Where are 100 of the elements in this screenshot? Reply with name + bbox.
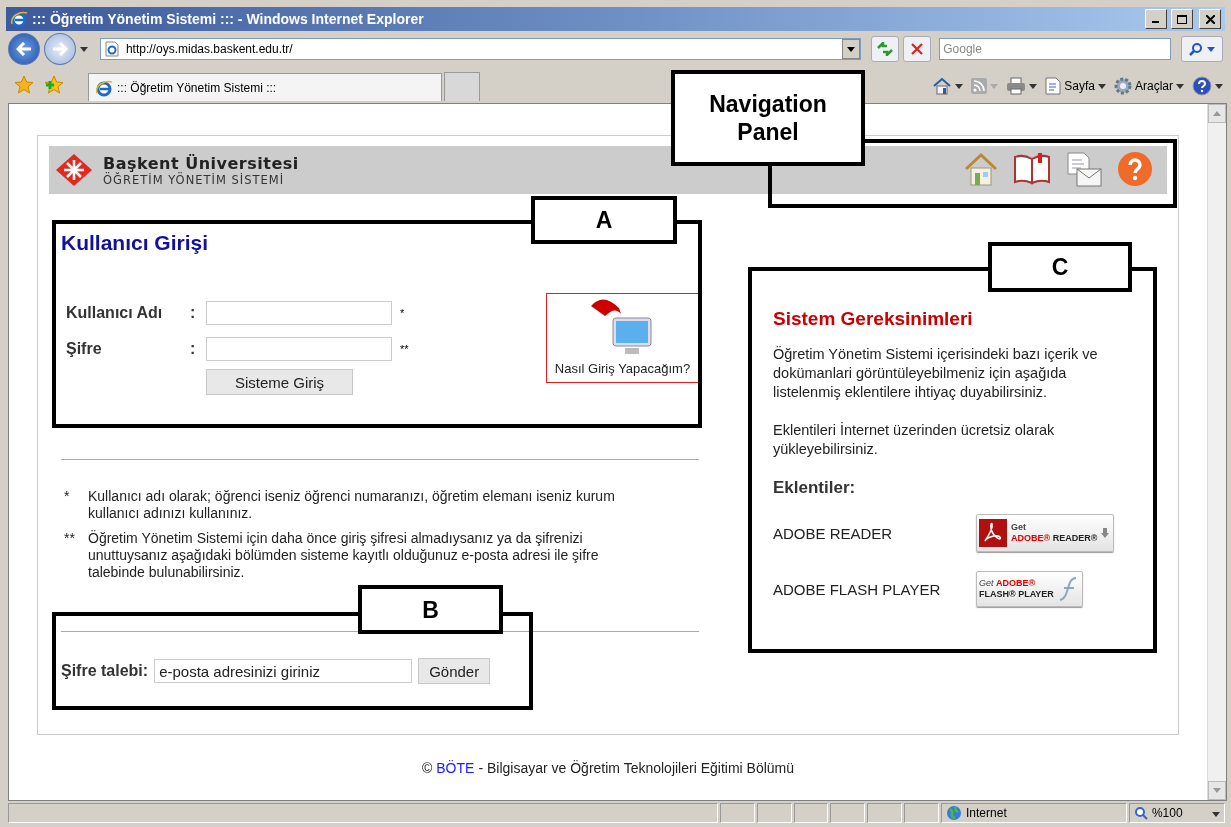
caret-icon[interactable]	[1098, 83, 1106, 89]
footnote-mark: *	[64, 488, 71, 506]
home-icon[interactable]	[932, 77, 953, 95]
annotation-label: A	[531, 196, 677, 244]
caret-icon[interactable]	[1176, 83, 1184, 89]
caret-icon[interactable]	[955, 83, 964, 89]
stop-button[interactable]	[903, 36, 932, 62]
menu-label[interactable]: Araçlar	[1135, 79, 1173, 93]
browser-logo-icon	[10, 10, 28, 28]
input-field[interactable]	[206, 301, 392, 325]
globe-icon	[946, 805, 963, 821]
caret-icon[interactable]	[1215, 83, 1223, 89]
plugin-name: ADOBE READER	[773, 524, 894, 542]
page-icon	[103, 41, 120, 57]
annotation-label: Navigation Panel	[671, 70, 865, 166]
system-name: ÖĞRETİM YÖNETİM SİSTEMİ	[103, 172, 286, 187]
search-field[interactable]: Google	[939, 38, 1172, 60]
down-arrow-icon	[1213, 788, 1221, 793]
badge-text: Get ADOBE®	[979, 578, 1037, 589]
refresh-icon	[877, 42, 894, 56]
browser-tab[interactable]: ::: Öğretim Yönetim Sistemi :::	[88, 73, 442, 101]
zoom-level[interactable]: %100	[1151, 806, 1183, 820]
send-button[interactable]: Gönder	[418, 658, 491, 684]
footnote-mark: **	[399, 343, 410, 355]
search-button[interactable]	[1181, 36, 1223, 62]
annotation-label: B	[358, 585, 503, 634]
status-pane	[793, 803, 829, 823]
gear-icon[interactable]	[1114, 77, 1132, 95]
close-icon	[1205, 14, 1215, 24]
note-text: Öğretim Yönetim Sistemi için daha önce giriş şifresi almadıysanız ya da şifrenizi unuttuysanız aşağıdaki bölümden sisteme kayıtlı olduğunuz e-posta adresi ile şifre talebinde bulunabilirsiniz.	[88, 530, 600, 581]
annotation-label: C	[988, 242, 1132, 292]
download-icon	[1101, 528, 1110, 538]
forward-button[interactable]	[43, 33, 76, 65]
home-icon[interactable]	[963, 151, 999, 187]
dropdown-button[interactable]	[842, 39, 861, 59]
paragraph: Eklentileri İnternet üzerinden ücretsiz olarak yükleyebilirsiniz.	[773, 421, 1056, 459]
badge-text: Get	[1011, 522, 1027, 533]
badge-text: ADOBE® READER®	[1011, 533, 1098, 544]
close-button[interactable]	[1199, 9, 1221, 29]
plugins-heading: Eklentiler:	[773, 478, 857, 498]
footnote-mark: *	[399, 307, 406, 319]
login-button[interactable]: Sisteme Giriş	[206, 369, 353, 395]
page-icon[interactable]	[1045, 77, 1062, 95]
browser-logo-icon	[95, 78, 113, 97]
status-pane	[756, 803, 792, 823]
university-logo-icon	[55, 153, 93, 187]
status-pane	[830, 803, 866, 823]
scroll-up-button[interactable]	[1208, 104, 1226, 123]
field-separator: :	[190, 304, 197, 322]
badge-text: FLASH® PLAYER	[979, 589, 1054, 600]
refresh-button[interactable]	[871, 36, 900, 62]
university-name: Başkent Üniversitesi	[103, 153, 300, 173]
caret-icon[interactable]	[1029, 83, 1038, 89]
arrow-left-icon	[16, 42, 32, 56]
get-reader-badge[interactable]: Get ADOBE® READER®	[976, 514, 1115, 552]
mail-icon[interactable]	[1065, 151, 1103, 189]
help-icon[interactable]	[1117, 151, 1153, 187]
field-label: Şifre	[66, 340, 103, 358]
copyright-mark: ©	[421, 760, 433, 776]
window-title: ::: Öğretim Yönetim Sistemi ::: - Windows Internet Explorer	[32, 11, 425, 27]
get-flash-badge[interactable]: Get ADOBE® FLASH® PLAYER	[976, 571, 1083, 607]
footnote-mark: **	[64, 530, 76, 548]
caret-icon[interactable]	[847, 46, 856, 52]
scrollbar[interactable]	[1207, 104, 1226, 800]
paragraph: Öğretim Yönetim Sistemi içerisindeki bazı içerik ve dokümanlari görüntüleyebilmeniz için aşağıda listelenmiş eklentilere ihtiyaç duyabilirsiniz.	[773, 345, 1099, 402]
footer-text: - Bilgisayar ve Öğretim Teknolojileri Eğitimi Bölümü	[478, 760, 795, 776]
search-icon	[1189, 42, 1204, 56]
status-pane	[867, 803, 903, 823]
field-separator: :	[190, 340, 197, 358]
stop-icon	[911, 43, 924, 55]
caret-icon[interactable]	[1212, 812, 1220, 817]
scroll-down-button[interactable]	[1208, 781, 1226, 800]
minimize-button[interactable]	[1145, 9, 1167, 29]
field-label: Şifre talebi:	[61, 662, 149, 680]
field-label: Kullanıcı Adı	[66, 304, 164, 322]
input-field[interactable]	[206, 337, 392, 361]
back-button[interactable]	[8, 33, 40, 65]
caret-icon[interactable]	[1207, 46, 1216, 52]
plugin-name: ADOBE FLASH PLAYER	[773, 580, 942, 598]
requirements-heading: Sistem Gereksinimleri	[773, 308, 974, 330]
up-arrow-icon	[1213, 111, 1221, 116]
zoom-icon	[1133, 806, 1148, 820]
security-zone: Internet	[966, 806, 1007, 820]
maximize-icon	[1177, 14, 1187, 24]
feed-icon[interactable]	[971, 78, 988, 94]
department-link[interactable]: BÖTE	[436, 760, 475, 776]
maximize-button[interactable]	[1171, 9, 1193, 29]
help-link[interactable]: Nasıl Giriş Yapacağım?	[546, 293, 699, 383]
flash-logo-icon	[1057, 576, 1078, 602]
print-icon[interactable]	[1006, 77, 1027, 95]
login-heading: Kullanıcı Girişi	[61, 231, 210, 255]
arrow-right-icon	[51, 42, 68, 56]
document-logo-icon	[979, 519, 1007, 547]
caret-icon[interactable]	[79, 46, 88, 52]
address-field[interactable]: http://oys.midas.baskent.edu.tr/	[99, 38, 862, 60]
help-icon[interactable]	[1192, 76, 1212, 96]
email-field[interactable]: e-posta adresinizi giriniz	[154, 659, 413, 683]
star-icon[interactable]	[14, 75, 34, 95]
book-icon[interactable]	[1013, 151, 1051, 185]
menu-label[interactable]: Sayfa	[1064, 79, 1095, 93]
